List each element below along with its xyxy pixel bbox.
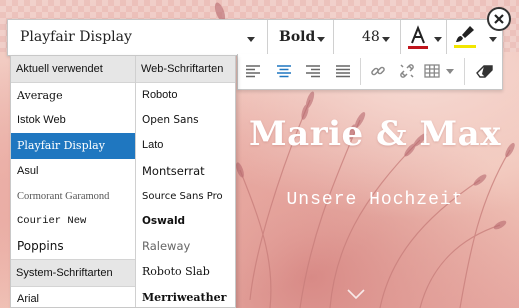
system-fonts-header: System-Schriftarten — [11, 259, 135, 288]
font-family-value: Playfair Display — [20, 29, 132, 45]
web-fonts-header: Web-Schriftarten — [136, 56, 235, 83]
font-option-playfair-display[interactable]: Playfair Display — [11, 133, 135, 159]
slide-title[interactable]: Marie & Max — [240, 114, 510, 154]
align-left-icon — [246, 65, 260, 78]
font-option-cormorant-garamond[interactable]: Cormorant Garamond — [11, 184, 135, 209]
chevron-down-icon — [434, 37, 442, 42]
scroll-down-icon[interactable] — [346, 288, 366, 300]
web-fonts-column: Web-Schriftarten Roboto Open Sans Lato M… — [136, 56, 235, 308]
font-option-roboto[interactable]: Roboto — [136, 83, 235, 108]
table-icon — [424, 64, 440, 78]
brush-icon — [454, 26, 476, 48]
font-size-value: 48 — [362, 29, 380, 45]
font-option-arial[interactable]: Arial — [11, 287, 135, 307]
font-option-montserrat[interactable]: Montserrat — [136, 159, 235, 184]
font-option-poppins[interactable]: Poppins — [11, 234, 135, 259]
align-left-button[interactable] — [242, 60, 264, 82]
insert-link-button[interactable] — [367, 60, 389, 82]
link-icon — [371, 66, 385, 76]
font-option-lato[interactable]: Lato — [136, 133, 235, 158]
chevron-down-icon — [382, 37, 390, 42]
font-option-asul[interactable]: Asul — [11, 159, 135, 184]
font-option-open-sans[interactable]: Open Sans — [136, 108, 235, 133]
font-option-courier-new[interactable]: Courier New — [11, 209, 135, 234]
align-right-icon — [306, 65, 320, 78]
font-option-raleway[interactable]: Raleway — [136, 234, 235, 259]
font-option-average[interactable]: Average — [11, 83, 135, 108]
align-center-button[interactable] — [273, 60, 295, 82]
close-button[interactable] — [487, 7, 511, 31]
align-center-icon — [277, 65, 291, 78]
unlink-icon — [400, 64, 414, 78]
font-family-dropdown: Aktuell verwendet Average Istok Web Play… — [10, 55, 236, 308]
slide-subtitle[interactable]: Unsere Hochzeit — [240, 190, 510, 210]
font-option-istok-web[interactable]: Istok Web — [11, 108, 135, 133]
text-format-toolbar: Playfair Display Bold 48 — [7, 19, 503, 56]
font-option-source-sans-pro[interactable]: Source Sans Pro — [136, 184, 235, 209]
paragraph-toolbar — [237, 54, 503, 90]
chevron-down-icon — [247, 37, 255, 42]
font-option-roboto-slab[interactable]: Roboto Slab — [136, 259, 235, 284]
align-justify-icon — [336, 65, 350, 78]
chevron-down-icon — [317, 37, 325, 42]
text-color-button[interactable] — [401, 20, 446, 55]
text-color-icon — [408, 25, 428, 49]
recent-fonts-header: Aktuell verwendet — [11, 56, 135, 83]
font-weight-select[interactable]: Bold — [268, 20, 333, 55]
font-size-select[interactable]: 48 — [334, 20, 400, 55]
clear-format-button[interactable] — [474, 60, 496, 82]
chevron-down-icon — [446, 68, 454, 74]
recent-fonts-column: Aktuell verwendet Average Istok Web Play… — [11, 56, 136, 307]
chevron-down-icon — [489, 37, 497, 42]
align-right-button[interactable] — [302, 60, 324, 82]
close-icon — [494, 14, 504, 24]
font-family-select[interactable]: Playfair Display — [8, 20, 267, 55]
remove-link-button[interactable] — [396, 60, 418, 82]
font-option-oswald[interactable]: Oswald — [136, 209, 235, 234]
insert-table-button[interactable] — [424, 60, 454, 82]
align-justify-button[interactable] — [332, 60, 354, 82]
font-weight-value: Bold — [279, 29, 316, 45]
font-option-merriweather[interactable]: Merriweather — [136, 285, 235, 308]
eraser-icon — [476, 65, 493, 78]
